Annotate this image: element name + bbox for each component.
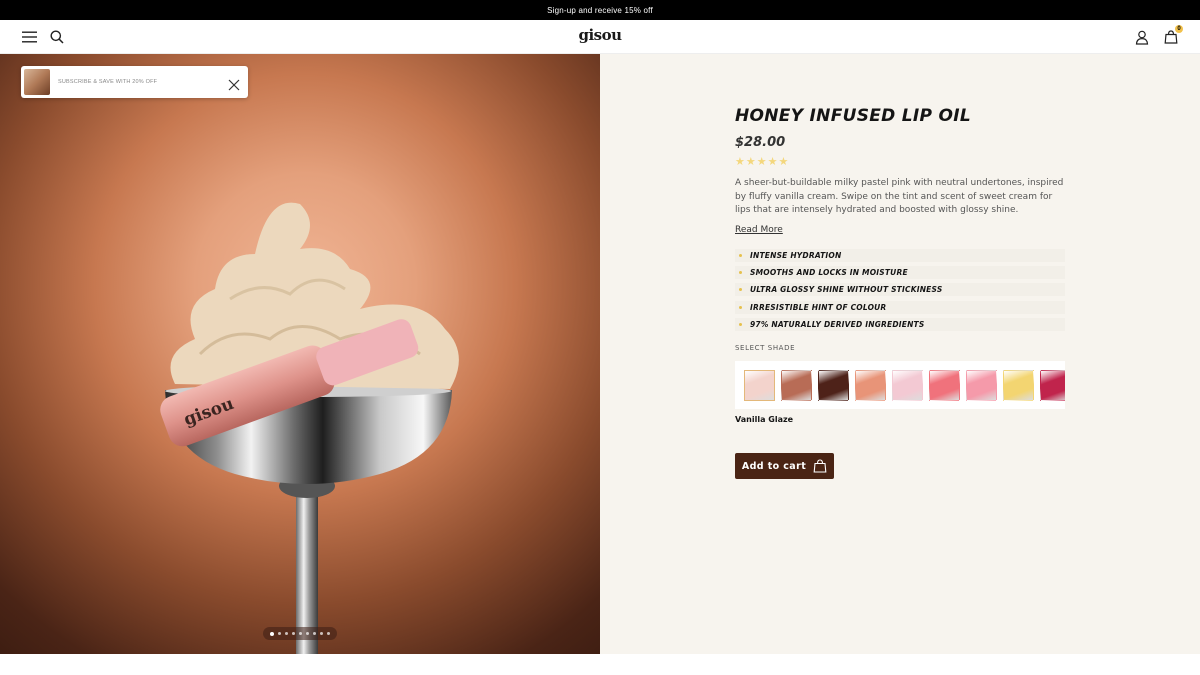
star-icon: ★ xyxy=(767,155,778,168)
carousel-pagination xyxy=(263,627,337,640)
cart-icon[interactable]: 0 xyxy=(1162,25,1183,46)
shade-swatch[interactable] xyxy=(1040,369,1065,401)
carousel-dot[interactable] xyxy=(270,631,274,636)
read-more-link[interactable]: Read More xyxy=(735,225,783,235)
shade-swatch[interactable] xyxy=(966,369,997,401)
shade-swatch[interactable] xyxy=(1003,369,1034,401)
benefits-list: INTENSE HYDRATION SMOOTHS AND LOCKS IN M… xyxy=(735,249,1065,335)
carousel-dot[interactable] xyxy=(327,632,330,635)
bullet-icon xyxy=(739,288,742,292)
close-icon[interactable] xyxy=(228,76,240,91)
benefit-item: ULTRA GLOSSY SHINE WITHOUT STICKINESS xyxy=(735,283,1065,297)
site-header: gisou 0 xyxy=(0,20,1200,54)
brand-logo[interactable]: gisou xyxy=(578,26,622,44)
promo-thumbnail xyxy=(24,69,50,95)
benefit-item: INTENSE HYDRATION xyxy=(735,249,1065,262)
benefit-item: 97% NATURALLY DERIVED INGREDIENTS xyxy=(735,317,1065,331)
announcement-bar[interactable]: Sign-up and receive 15% off xyxy=(0,0,1200,20)
add-to-cart-button[interactable]: Add to cart xyxy=(735,453,834,479)
carousel-dot[interactable] xyxy=(278,632,281,635)
carousel-dot[interactable] xyxy=(306,632,309,635)
logo-wrap: gisou xyxy=(0,26,1200,44)
page-footer-area xyxy=(0,654,1200,675)
shade-swatch[interactable] xyxy=(929,369,960,401)
promo-text[interactable]: SUBSCRIBE & SAVE WITH 20% OFF xyxy=(58,79,157,85)
star-icon: ★ xyxy=(756,155,767,168)
carousel-dot[interactable] xyxy=(285,632,288,635)
product-description: A sheer-but-buildable milky pastel pink … xyxy=(735,178,1064,215)
promo-banner[interactable]: SUBSCRIBE & SAVE WITH 20% OFF xyxy=(21,66,248,98)
rating-stars[interactable]: ★ ★ ★ ★ ★ xyxy=(735,155,788,168)
bullet-icon xyxy=(739,254,742,257)
selected-shade-name: Vanilla Glaze xyxy=(735,415,794,424)
star-icon: ★ xyxy=(778,155,789,168)
select-shade-label: SELECT SHADE xyxy=(735,344,796,352)
carousel-dot[interactable] xyxy=(313,632,316,635)
benefit-text: 97% NATURALLY DERIVED INGREDIENTS xyxy=(750,319,925,329)
announcement-text[interactable]: Sign-up and receive 15% off xyxy=(547,6,653,15)
benefit-item: SMOOTHS AND LOCKS IN MOISTURE xyxy=(735,266,1065,280)
search-icon[interactable] xyxy=(48,28,66,46)
product-details-panel xyxy=(600,54,1200,654)
benefit-text: INTENSE HYDRATION xyxy=(750,251,842,260)
star-icon: ★ xyxy=(745,155,756,168)
shade-swatch[interactable] xyxy=(818,369,849,401)
shade-swatch[interactable] xyxy=(744,369,775,401)
carousel-dot[interactable] xyxy=(299,632,302,635)
shopping-bag-icon xyxy=(813,459,827,473)
shade-swatch[interactable] xyxy=(855,369,886,401)
product-illustration: gisou xyxy=(160,202,459,654)
benefit-text: SMOOTHS AND LOCKS IN MOISTURE xyxy=(750,268,908,278)
bullet-icon xyxy=(739,271,742,275)
product-title: HONEY INFUSED LIP OIL xyxy=(735,106,972,126)
product-image[interactable]: gisou xyxy=(0,54,600,654)
carousel-dot[interactable] xyxy=(320,632,323,635)
cart-count-badge: 0 xyxy=(1175,25,1183,33)
shade-swatches xyxy=(735,361,1065,409)
benefit-item: IRRESISTIBLE HINT OF COLOUR xyxy=(735,300,1065,314)
shade-swatch[interactable] xyxy=(892,369,923,401)
benefit-text: IRRESISTIBLE HINT OF COLOUR xyxy=(750,302,887,312)
star-icon: ★ xyxy=(735,155,745,168)
menu-icon[interactable] xyxy=(20,28,38,46)
account-icon[interactable] xyxy=(1133,28,1151,46)
shade-swatch[interactable] xyxy=(781,369,812,401)
add-to-cart-label: Add to cart xyxy=(741,460,807,472)
product-price: $28.00 xyxy=(735,135,786,150)
bullet-icon xyxy=(739,305,742,309)
benefit-text: ULTRA GLOSSY SHINE WITHOUT STICKINESS xyxy=(750,285,943,295)
carousel-dot[interactable] xyxy=(292,632,295,635)
bullet-icon xyxy=(739,322,742,326)
